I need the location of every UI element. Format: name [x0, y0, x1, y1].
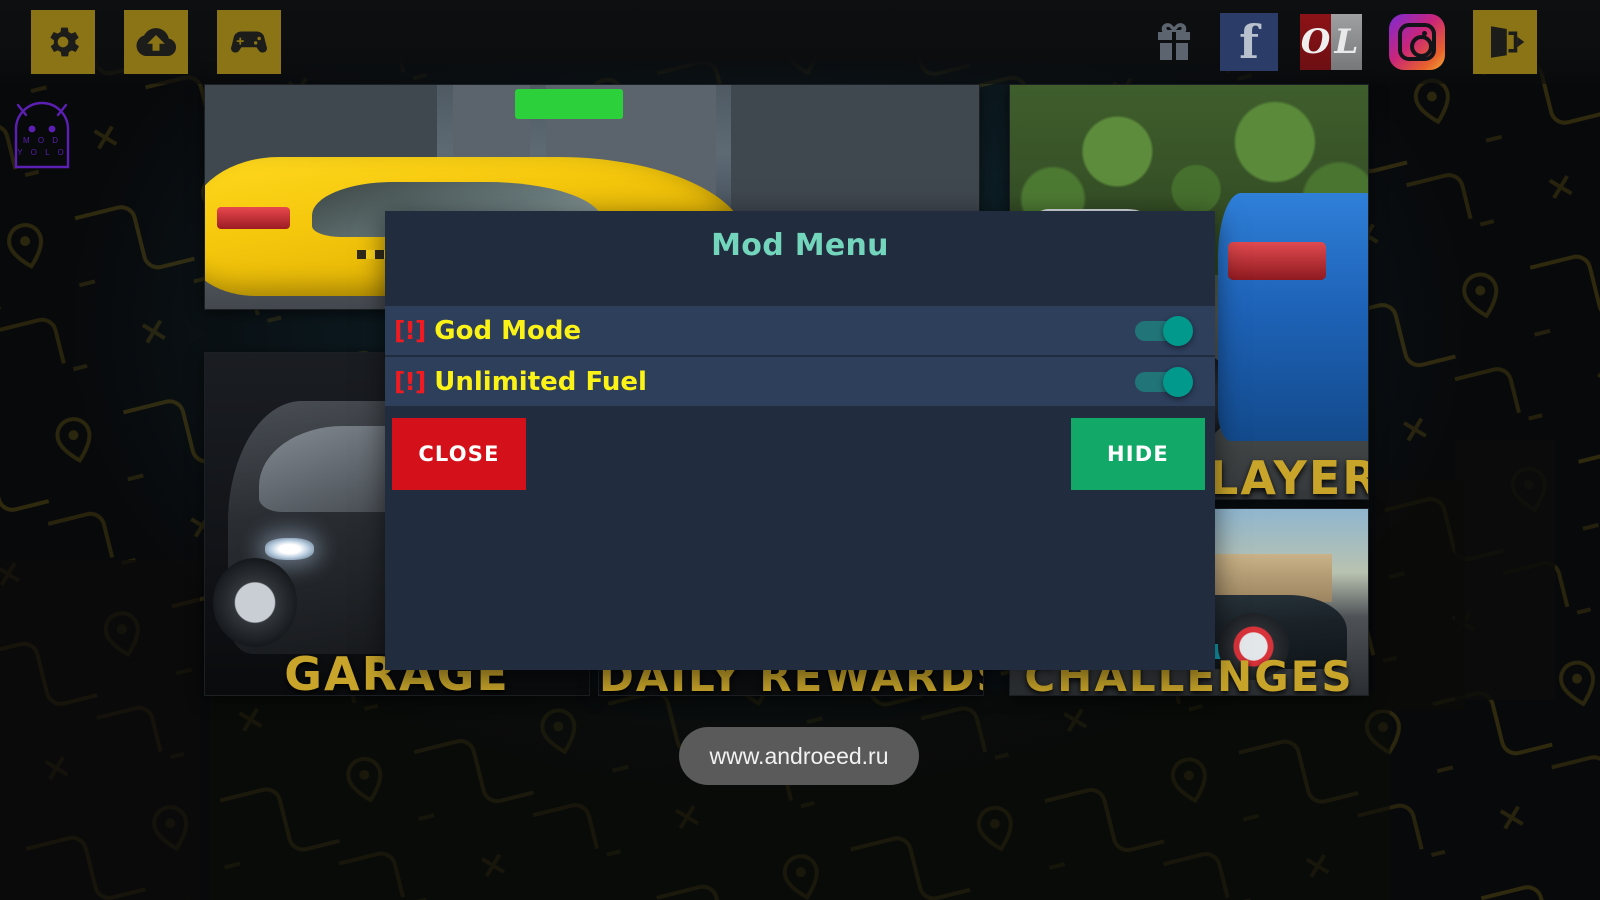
- mod-row-unlimited-fuel[interactable]: [!] Unlimited Fuel: [385, 357, 1215, 408]
- gamepad-icon: [231, 31, 267, 53]
- god-mode-toggle[interactable]: [1135, 315, 1193, 346]
- app-screen: MULTIPLAYER GARAGE DAILY REWARDS CHALLEN…: [0, 0, 1600, 900]
- hide-button[interactable]: HIDE: [1071, 418, 1205, 490]
- gift-button[interactable]: [1142, 10, 1206, 74]
- warning-icon: [!]: [394, 316, 426, 345]
- facebook-icon: f: [1220, 13, 1278, 71]
- mod-row-label: God Mode: [434, 315, 582, 346]
- toggle-knob: [1163, 315, 1193, 346]
- settings-button[interactable]: [31, 10, 95, 74]
- android-robot-icon: [14, 101, 70, 169]
- mod-menu-dialog: Mod Menu [!] God Mode [!] Unlimited Fuel: [385, 211, 1215, 670]
- dialog-title: Mod Menu: [711, 228, 889, 263]
- exit-door-icon: [1491, 26, 1525, 58]
- watermark-badge: www.androeed.ru: [679, 727, 919, 785]
- facebook-glyph: f: [1239, 15, 1259, 69]
- ol-logo-icon: O L: [1300, 14, 1362, 70]
- gear-icon: [50, 27, 79, 57]
- instagram-button[interactable]: [1385, 10, 1449, 74]
- ol-logo-button[interactable]: O L: [1299, 10, 1363, 74]
- cloud-save-button[interactable]: [124, 10, 188, 74]
- exit-button[interactable]: [1473, 10, 1537, 74]
- games-button[interactable]: [217, 10, 281, 74]
- unlimited-fuel-toggle[interactable]: [1135, 366, 1193, 397]
- warning-icon: [!]: [394, 367, 426, 396]
- modyolo-logo: M O D Y O L O: [6, 95, 78, 173]
- cloud-upload-icon: [136, 28, 177, 56]
- toggle-knob: [1163, 366, 1193, 397]
- top-toolbar: f O L: [0, 0, 1600, 84]
- logo-line-2: Y O L O: [17, 148, 67, 157]
- mod-toggle-list: [!] God Mode [!] Unlimited Fuel: [385, 306, 1215, 408]
- mod-row-label: Unlimited Fuel: [434, 366, 647, 397]
- instagram-icon: [1389, 14, 1445, 70]
- ol-glyph-right: L: [1334, 22, 1359, 62]
- logo-text: M O D Y O L O: [6, 135, 78, 159]
- logo-line-1: M O D: [22, 136, 62, 145]
- gift-icon: [1158, 23, 1190, 60]
- facebook-button[interactable]: f: [1217, 10, 1281, 74]
- close-button[interactable]: CLOSE: [392, 418, 526, 490]
- ol-glyph-left: O: [1300, 22, 1331, 62]
- mod-row-god-mode[interactable]: [!] God Mode: [385, 306, 1215, 357]
